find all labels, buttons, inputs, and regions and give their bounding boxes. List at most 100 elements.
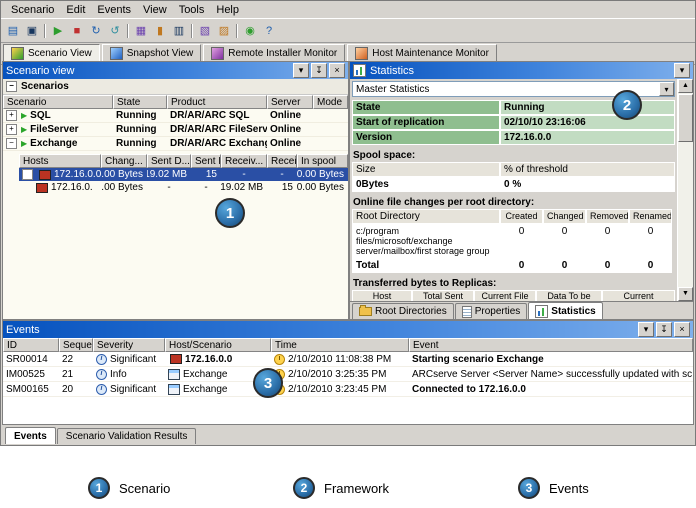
menu-view[interactable]: View bbox=[137, 3, 173, 17]
tab-scenario-validation-results[interactable]: Scenario Validation Results bbox=[56, 428, 197, 444]
host-maintenance-icon[interactable]: ▨ bbox=[215, 22, 233, 39]
scroll-down-icon[interactable]: ▼ bbox=[678, 287, 693, 301]
chevron-down-icon[interactable]: ▾ bbox=[638, 322, 654, 337]
scenarios-root-row[interactable]: − Scenarios bbox=[3, 79, 348, 95]
col-event[interactable]: Event bbox=[409, 338, 693, 352]
col-hosts[interactable]: Hosts bbox=[19, 154, 101, 168]
host-row-replica[interactable]: 172.16.0. 0.00 Bytes - - 19.02 MB 15 0.0… bbox=[19, 181, 348, 194]
event-host-cell: 172.16.0.0 bbox=[165, 354, 271, 365]
event-text: ARCserve Server <Server Name> successful… bbox=[412, 368, 693, 380]
event-row[interactable]: IM00525 21 i Info Exchange 2/10/2010 3:25… bbox=[3, 367, 693, 382]
file-changes-table: Root Directory Created Changed Removed R… bbox=[352, 209, 675, 273]
save-icon[interactable]: ▣ bbox=[23, 22, 41, 39]
host-sent-data: 19.02 MB bbox=[147, 169, 187, 180]
remote-installer-icon[interactable]: ▧ bbox=[196, 22, 214, 39]
col-sent-data[interactable]: Sent D... bbox=[147, 154, 191, 168]
report-center-icon[interactable]: ▥ bbox=[170, 22, 188, 39]
event-time: 2/10/2010 11:08:38 PM bbox=[288, 353, 392, 365]
scenario-product: DR/AR/ARC SQL bbox=[170, 110, 250, 121]
col-created: Created bbox=[500, 209, 543, 224]
chevron-down-icon[interactable]: ▾ bbox=[293, 63, 309, 78]
col-current-file: Current File Name bbox=[474, 290, 536, 301]
run-icon[interactable]: ▶ bbox=[49, 22, 67, 39]
stop-icon[interactable]: ■ bbox=[68, 22, 86, 39]
toolbar-separator bbox=[236, 23, 238, 38]
collapse-tree-icon[interactable]: − bbox=[6, 138, 17, 149]
col-severity[interactable]: Severity bbox=[93, 338, 165, 352]
scenario-row-sql[interactable]: + ▶ SQL Running DR/AR/ARC SQL Online bbox=[3, 109, 348, 123]
legend-item-events: 3 Events bbox=[518, 477, 589, 499]
pin-icon[interactable]: ↧ bbox=[656, 322, 672, 337]
col-sent-files[interactable]: Sent Fi... bbox=[191, 154, 221, 168]
chevron-down-icon[interactable]: ▾ bbox=[659, 82, 674, 96]
scenario-name: Exchange bbox=[30, 138, 78, 149]
event-host: Exchange bbox=[183, 368, 228, 380]
refresh-icon[interactable]: ◉ bbox=[241, 22, 259, 39]
suspend-icon[interactable]: ▮ bbox=[151, 22, 169, 39]
close-icon[interactable]: × bbox=[329, 63, 345, 78]
events-panel-titlebar: Events ▾ ↧ × bbox=[3, 321, 693, 338]
main-area: Scenario view ▾ ↧ × − Scenarios Scenario… bbox=[2, 61, 694, 320]
tab-root-directories[interactable]: Root Directories bbox=[352, 303, 454, 319]
menu-help[interactable]: Help bbox=[210, 3, 245, 17]
col-id[interactable]: ID bbox=[3, 338, 59, 352]
expand-tree-icon[interactable]: + bbox=[6, 110, 17, 121]
tab-properties[interactable]: Properties bbox=[454, 303, 528, 319]
changed-value: 0 bbox=[543, 224, 586, 258]
spool-threshold-value: 0 % bbox=[500, 177, 675, 192]
pin-icon[interactable]: ↧ bbox=[311, 63, 327, 78]
col-received-files[interactable]: Receiv... bbox=[267, 154, 297, 168]
spool-table: Size % of threshold 0Bytes 0 % bbox=[352, 162, 675, 192]
host-name: 172.16.0. bbox=[51, 182, 93, 193]
collapse-tree-icon[interactable]: − bbox=[6, 81, 17, 92]
host-maintenance-monitor-icon bbox=[355, 47, 369, 60]
col-product[interactable]: Product bbox=[167, 95, 267, 109]
menu-tools[interactable]: Tools bbox=[173, 3, 211, 17]
col-mode[interactable]: Mode bbox=[313, 95, 348, 109]
event-severity: Info bbox=[110, 368, 127, 380]
statistics-body: Master Statistics ▾ State Running Start … bbox=[350, 79, 693, 301]
removed-value: 0 bbox=[586, 224, 629, 258]
col-host-scenario[interactable]: Host/Scenario bbox=[165, 338, 271, 352]
difference-report-icon[interactable]: ▦ bbox=[132, 22, 150, 39]
scroll-up-icon[interactable]: ▲ bbox=[678, 79, 693, 93]
col-time[interactable]: Time bbox=[271, 338, 409, 352]
event-text: Starting scenario Exchange bbox=[412, 353, 544, 365]
col-received-data[interactable]: Receiv... bbox=[221, 154, 267, 168]
tab-label: Remote Installer Monitor bbox=[228, 48, 338, 59]
col-in-spool[interactable]: In spool bbox=[297, 154, 348, 168]
tab-label: Root Directories bbox=[375, 306, 447, 317]
menu-scenario[interactable]: Scenario bbox=[5, 3, 60, 17]
expand-tree-icon[interactable]: + bbox=[6, 124, 17, 135]
col-changed[interactable]: Chang... bbox=[101, 154, 147, 168]
legend-circle-1: 1 bbox=[88, 477, 110, 499]
event-row[interactable]: SM00165 20 i Significant Exchange 2/10/20… bbox=[3, 382, 693, 397]
scenario-product: DR/AR/ARC Exchange bbox=[170, 138, 267, 149]
restore-data-icon[interactable]: ↺ bbox=[106, 22, 124, 39]
new-scenario-icon[interactable]: ▤ bbox=[4, 22, 22, 39]
tab-statistics[interactable]: Statistics bbox=[528, 302, 603, 319]
menu-events[interactable]: Events bbox=[91, 3, 137, 17]
col-state[interactable]: State bbox=[113, 95, 167, 109]
col-sequence[interactable]: Seque▽ bbox=[59, 338, 93, 352]
help-icon[interactable]: ? bbox=[260, 22, 278, 39]
host-row-master[interactable]: − 172.16.0.0 0.00 Bytes 19.02 MB 15 - - 0… bbox=[19, 168, 348, 181]
scenario-row-exchange[interactable]: − ▶ Exchange Running DR/AR/ARC Exchange On… bbox=[3, 137, 348, 151]
statistics-scrollbar[interactable]: ▲ ▼ bbox=[677, 79, 693, 301]
collapse-tree-icon[interactable]: − bbox=[22, 169, 33, 180]
chevron-down-icon[interactable]: ▾ bbox=[674, 63, 690, 78]
event-row[interactable]: SR00014 22 i Significant 172.16.0.0 2/10/… bbox=[3, 352, 693, 367]
tab-events[interactable]: Events bbox=[5, 427, 56, 444]
tab-label: Host Maintenance Monitor bbox=[372, 48, 489, 59]
statistics-tab-bar: Root Directories Properties Statistics bbox=[350, 301, 693, 319]
synchronize-icon[interactable]: ↻ bbox=[87, 22, 105, 39]
scrollbar-thumb[interactable] bbox=[678, 94, 693, 142]
event-id: SM00165 bbox=[6, 383, 49, 395]
col-scenario[interactable]: Scenario bbox=[3, 95, 113, 109]
close-icon[interactable]: × bbox=[674, 322, 690, 337]
scenario-row-fileserver[interactable]: + ▶ FileServer Running DR/AR/ARC FileServe… bbox=[3, 123, 348, 137]
menu-edit[interactable]: Edit bbox=[60, 3, 91, 17]
created-value: 0 bbox=[500, 224, 543, 258]
legend-label: Framework bbox=[324, 480, 390, 496]
col-server[interactable]: Server bbox=[267, 95, 313, 109]
